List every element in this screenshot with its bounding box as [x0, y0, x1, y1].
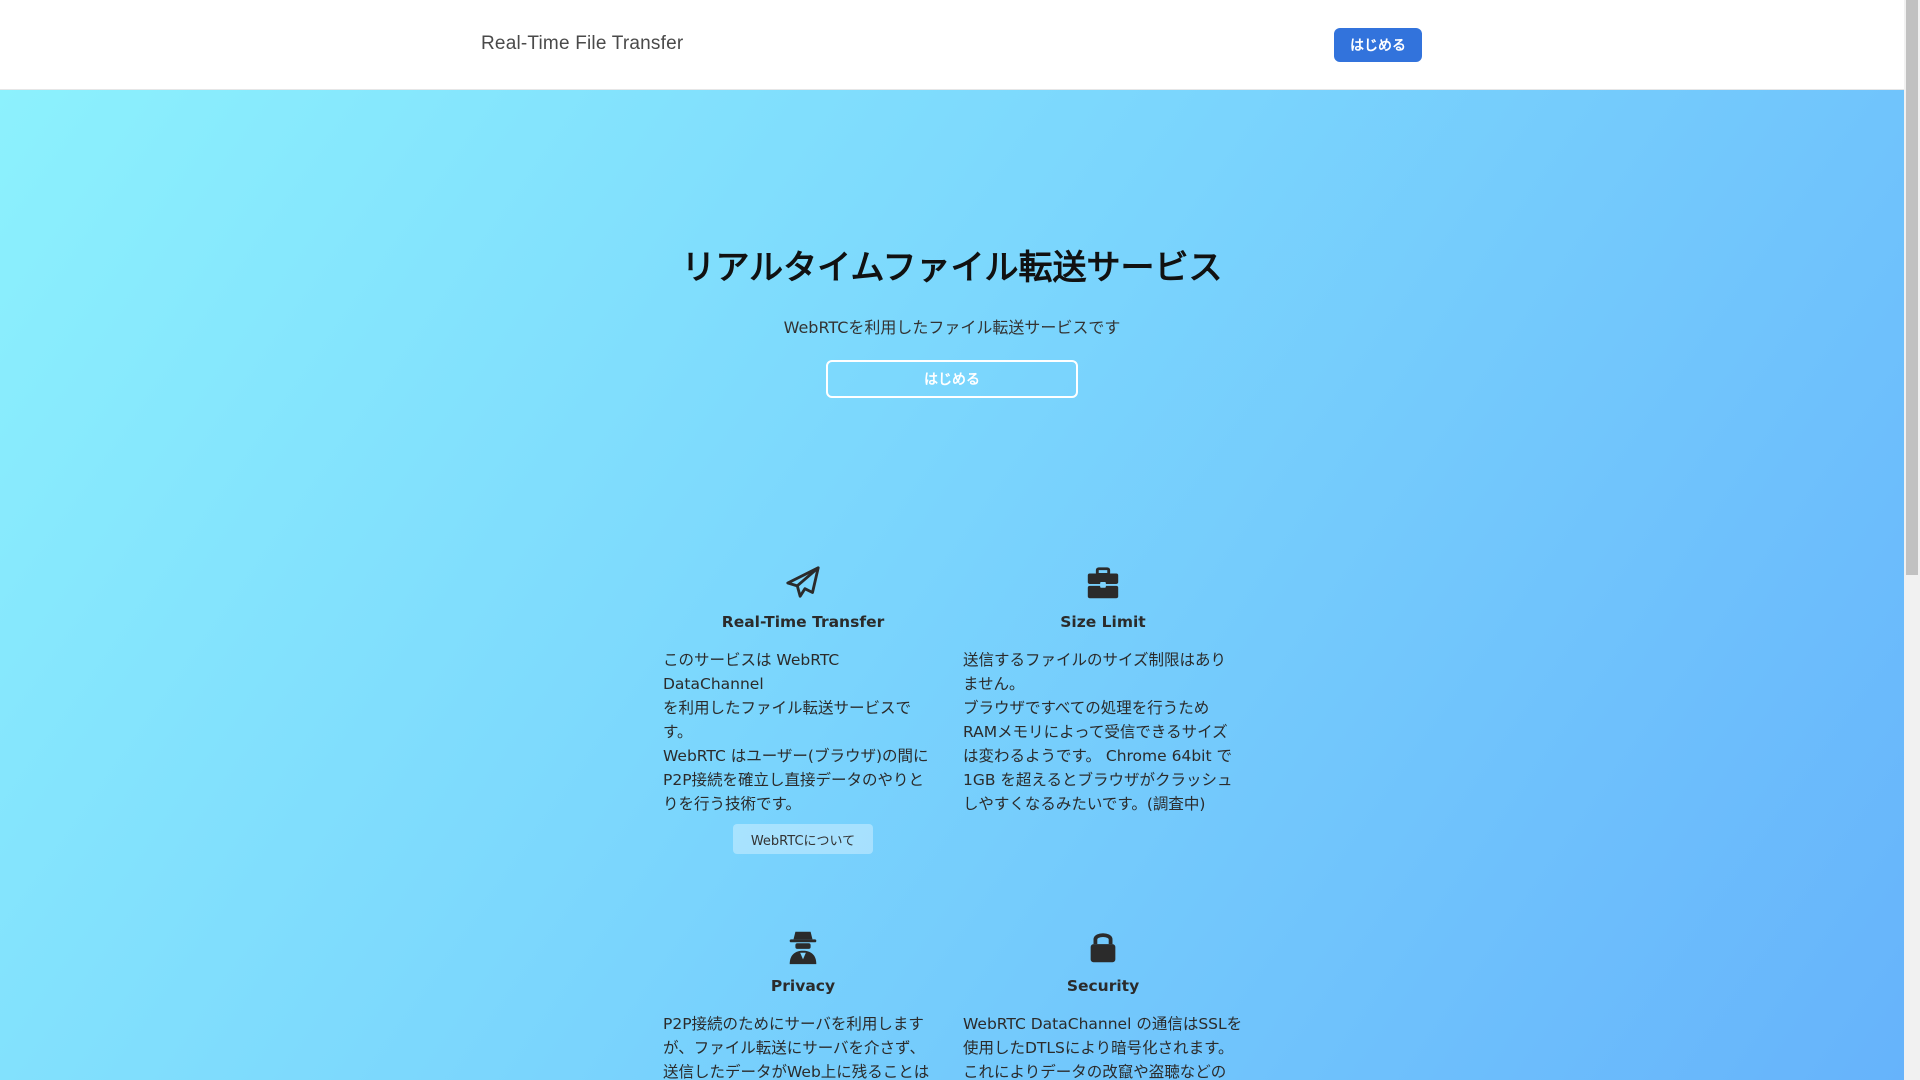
paper-plane-icon [786, 566, 820, 598]
briefcase-icon [1087, 567, 1119, 599]
hero-section [0, 90, 1904, 1080]
feature-title: Security [1066, 977, 1140, 995]
hero-subtitle: WebRTCを利用したファイル転送サービスです [783, 318, 1121, 337]
scrollbar-thumb[interactable] [1906, 0, 1918, 575]
feature-size-limit: Size Limit 送信するファイルのサイズ制限はあり ません。 ブラウザです… [963, 564, 1243, 816]
feature-title: Privacy [770, 977, 836, 995]
about-webrtc-button[interactable]: WebRTCについて [733, 824, 873, 854]
hero-start-button[interactable]: はじめる [826, 360, 1078, 398]
feature-description: P2P接続のためにサーバを利用します が、ファイル転送にサーバを介さず、 送信し… [663, 1015, 930, 1080]
feature-description: 送信するファイルのサイズ制限はあり ません。 ブラウザですべての処理を行うため … [963, 651, 1233, 813]
feature-title: Real-Time Transfer [721, 613, 885, 631]
feature-description: このサービスは WebRTC DataChannel を利用したファイル転送サー… [663, 651, 929, 813]
feature-description: WebRTC DataChannel の通信はSSLを 使用したDTLSにより暗… [963, 1015, 1243, 1080]
hero-title: リアルタイムファイル転送サービス [681, 248, 1223, 288]
navbar-brand[interactable]: Real-Time File Transfer [481, 33, 683, 55]
feature-real-time-transfer: Real-Time Transfer このサービスは WebRTC DataCh… [663, 564, 943, 854]
top-navbar: Real-Time File Transfer はじめる [0, 0, 1904, 90]
lock-icon [1090, 933, 1116, 963]
feature-privacy: Privacy P2P接続のためにサーバを利用します が、ファイル転送にサーバを… [663, 928, 943, 1080]
user-secret-icon [789, 931, 817, 965]
feature-title: Size Limit [1060, 613, 1146, 631]
navbar-start-button[interactable]: はじめる [1334, 28, 1422, 62]
feature-security: Security WebRTC DataChannel の通信はSSLを 使用し… [963, 928, 1243, 1080]
